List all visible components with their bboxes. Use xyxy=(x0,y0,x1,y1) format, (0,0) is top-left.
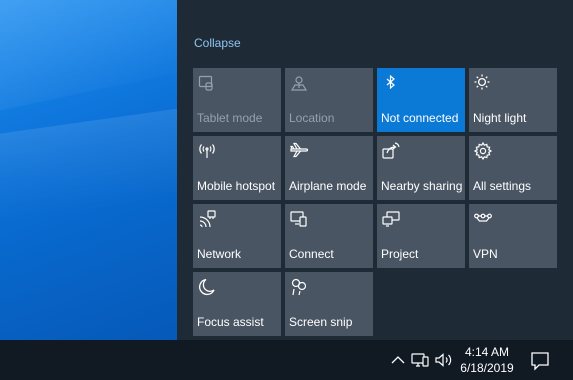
tile-label: VPN xyxy=(473,247,498,261)
airplane-icon xyxy=(289,141,309,161)
focus-assist-icon xyxy=(197,277,217,297)
notification-icon xyxy=(528,352,552,376)
speaker-icon xyxy=(434,350,454,370)
night-light-icon xyxy=(473,73,493,93)
tile-label: Not connected xyxy=(381,111,459,125)
location-icon xyxy=(289,73,309,93)
network-icon xyxy=(197,209,217,229)
tile-project[interactable]: Project xyxy=(377,204,465,268)
quick-actions-grid: Tablet mode Location Not connected Night… xyxy=(193,68,557,336)
action-center-button[interactable] xyxy=(528,348,552,372)
wallpaper-light-beam xyxy=(0,0,177,116)
tile-label: All settings xyxy=(473,179,532,193)
tile-label: Tablet mode xyxy=(197,111,263,125)
tile-label: Mobile hotspot xyxy=(197,179,276,193)
mobile-hotspot-icon xyxy=(197,141,217,161)
clock-time: 4:14 AM xyxy=(464,345,510,359)
tile-location[interactable]: Location xyxy=(285,68,373,132)
collapse-link[interactable]: Collapse xyxy=(194,36,241,50)
tile-connect[interactable]: Connect xyxy=(285,204,373,268)
tile-screen-snip[interactable]: Screen snip xyxy=(285,272,373,336)
gear-icon xyxy=(473,141,493,161)
tile-tablet-mode[interactable]: Tablet mode xyxy=(193,68,281,132)
screen-snip-icon xyxy=(289,277,309,297)
tile-network[interactable]: Network xyxy=(193,204,281,268)
nearby-sharing-icon xyxy=(381,141,401,161)
tile-nearby-sharing[interactable]: Nearby sharing xyxy=(377,136,465,200)
clock-date: 6/18/2019 xyxy=(460,361,514,375)
tile-focus-assist[interactable]: Focus assist xyxy=(193,272,281,336)
tile-vpn[interactable]: VPN xyxy=(469,204,557,268)
tile-label: Night light xyxy=(473,111,527,125)
volume-tray-button[interactable] xyxy=(434,340,454,380)
tile-bluetooth[interactable]: Not connected xyxy=(377,68,465,132)
tile-airplane-mode[interactable]: Airplane mode xyxy=(285,136,373,200)
chevron-up-icon xyxy=(388,350,408,370)
tile-label: Nearby sharing xyxy=(381,179,463,193)
wallpaper-light-beam xyxy=(0,102,177,228)
tile-mobile-hotspot[interactable]: Mobile hotspot xyxy=(193,136,281,200)
tile-label: Screen snip xyxy=(289,315,353,329)
tile-label: Focus assist xyxy=(197,315,264,329)
action-center-panel: Collapse Tablet mode Location Not connec… xyxy=(177,0,573,340)
tile-night-light[interactable]: Night light xyxy=(469,68,557,132)
desktop-wallpaper xyxy=(0,0,177,340)
wired-network-icon xyxy=(410,350,430,370)
taskbar: 4:14 AM 6/18/2019 xyxy=(0,340,573,380)
taskbar-clock[interactable]: 4:14 AM 6/18/2019 xyxy=(454,344,520,376)
tablet-mode-icon xyxy=(197,73,217,93)
tile-label: Airplane mode xyxy=(289,179,367,193)
tile-label: Connect xyxy=(289,247,334,261)
show-hidden-icons-button[interactable] xyxy=(388,340,408,380)
tile-label: Project xyxy=(381,247,419,261)
tile-label: Network xyxy=(197,247,242,261)
connect-icon xyxy=(289,209,309,229)
bluetooth-icon xyxy=(381,73,401,93)
tile-label: Location xyxy=(289,111,335,125)
vpn-icon xyxy=(473,209,493,229)
network-tray-button[interactable] xyxy=(410,340,430,380)
project-icon xyxy=(381,209,401,229)
tile-all-settings[interactable]: All settings xyxy=(469,136,557,200)
